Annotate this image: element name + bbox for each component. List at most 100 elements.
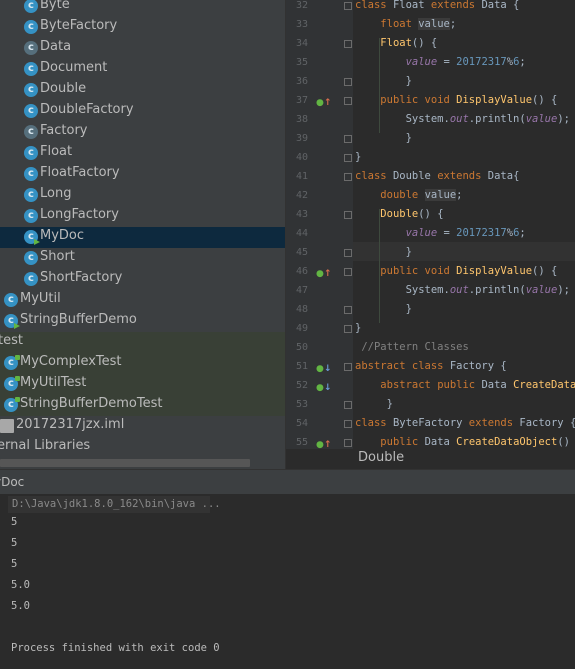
iml-file-icon bbox=[0, 419, 14, 433]
code-line[interactable]: Double() { bbox=[355, 205, 443, 224]
code-token: value bbox=[405, 227, 438, 239]
class-icon: c bbox=[24, 209, 38, 223]
code-token: out bbox=[449, 113, 469, 125]
fold-marker-icon[interactable] bbox=[344, 211, 352, 219]
console-command-line[interactable]: D:\Java\jdk1.8.0_162\bin\java ... bbox=[8, 496, 221, 513]
code-token: extends bbox=[430, 0, 482, 11]
tree-item[interactable]: c MyUtilTest bbox=[0, 374, 285, 395]
breadcrumb[interactable]: Double bbox=[286, 449, 575, 469]
code-line[interactable]: System.out.println(value); bbox=[355, 281, 570, 300]
abstract-class-icon: c bbox=[24, 41, 38, 55]
tree-item[interactable]: c FloatFactory bbox=[0, 164, 285, 185]
fold-marker-icon[interactable] bbox=[344, 363, 352, 371]
line-number: 36 bbox=[295, 76, 308, 87]
code-line[interactable]: Float() { bbox=[355, 34, 437, 53]
code-line[interactable]: class Float extends Data { bbox=[355, 0, 519, 15]
project-tree[interactable]: c Byte c ByteFactory c Data c Document c Double c D… bbox=[0, 0, 285, 469]
fold-marker-icon[interactable] bbox=[344, 401, 352, 409]
tree-item[interactable]: c MyDoc bbox=[0, 227, 285, 248]
test-class-icon: c bbox=[4, 376, 20, 391]
code-line[interactable]: abstract public Data CreateDataObj bbox=[355, 376, 575, 395]
tree-item[interactable]: c ShortFactory bbox=[0, 269, 285, 290]
code-token: ; bbox=[519, 56, 526, 68]
code-line[interactable]: } bbox=[355, 243, 412, 262]
code-editor[interactable]: class Float extends Data { float value; … bbox=[353, 0, 575, 449]
tree-item[interactable]: c Factory bbox=[0, 122, 285, 143]
console-output-line: 5.0 bbox=[11, 600, 30, 612]
editor-gutter: 32 33 34 35 36 37 38 39 40 41 42 43 44 45 46 47 48 49 50 51… bbox=[286, 0, 353, 469]
code-line[interactable]: } bbox=[355, 129, 412, 148]
code-line[interactable]: class ByteFactory extends Factory { bbox=[355, 414, 575, 433]
code-line[interactable]: class Double extends Data{ bbox=[355, 167, 519, 186]
code-token: Data bbox=[424, 436, 457, 448]
fold-marker-icon[interactable] bbox=[344, 325, 352, 333]
tree-item[interactable]: test bbox=[0, 332, 285, 353]
code-line[interactable]: System.out.println(value); bbox=[355, 110, 570, 129]
tree-item[interactable]: c Long bbox=[0, 185, 285, 206]
fold-marker-icon[interactable] bbox=[344, 306, 352, 314]
tree-item[interactable]: c Float bbox=[0, 143, 285, 164]
tree-item[interactable]: c Short bbox=[0, 248, 285, 269]
fold-marker-icon[interactable] bbox=[344, 97, 352, 105]
fold-marker-icon[interactable] bbox=[344, 154, 352, 162]
run-tab[interactable]: yDoc bbox=[0, 469, 575, 494]
fold-marker-icon[interactable] bbox=[344, 2, 352, 10]
console-output[interactable]: D:\Java\jdk1.8.0_162\bin\java ... 5 5 5 5.0… bbox=[0, 494, 575, 669]
code-line[interactable]: value = 20172317%6; bbox=[355, 53, 526, 72]
tree-item[interactable]: c Data bbox=[0, 38, 285, 59]
code-line[interactable]: public void DisplayValue() { bbox=[355, 262, 557, 281]
tree-item[interactable]: c ByteFactory bbox=[0, 17, 285, 38]
fold-marker-icon[interactable] bbox=[344, 439, 352, 447]
code-token: } bbox=[355, 151, 362, 163]
tree-item[interactable]: c DoubleFactory bbox=[0, 101, 285, 122]
fold-marker-icon[interactable] bbox=[344, 78, 352, 86]
code-line[interactable]: } bbox=[355, 319, 361, 338]
tree-item[interactable]: c Document bbox=[0, 59, 285, 80]
fold-marker-icon[interactable] bbox=[344, 268, 352, 276]
code-line[interactable]: double value; bbox=[355, 186, 463, 205]
code-token: Double bbox=[392, 170, 438, 182]
tree-item[interactable]: ernal Libraries bbox=[0, 437, 285, 458]
tree-item[interactable]: c LongFactory bbox=[0, 206, 285, 227]
code-token: value bbox=[424, 189, 457, 201]
code-line[interactable]: value = 20172317%6; bbox=[355, 224, 526, 243]
tree-item-label: Data bbox=[40, 39, 72, 54]
code-line[interactable]: abstract class Factory { bbox=[355, 357, 507, 376]
tree-item[interactable]: c Byte bbox=[0, 0, 285, 17]
code-line[interactable]: } bbox=[355, 72, 412, 91]
tree-item[interactable]: c StringBufferDemoTest bbox=[0, 395, 285, 416]
code-line[interactable]: float value; bbox=[355, 15, 456, 34]
line-number: 40 bbox=[295, 152, 308, 163]
tree-item-label: Document bbox=[40, 60, 108, 75]
code-line[interactable]: public Data CreateDataObject() { bbox=[355, 433, 575, 449]
tree-horizontal-scrollbar[interactable] bbox=[0, 459, 250, 467]
code-line[interactable]: } bbox=[355, 148, 361, 167]
fold-marker-icon[interactable] bbox=[344, 249, 352, 257]
implemented-method-icon[interactable]: ●↓ bbox=[316, 382, 331, 394]
tree-item[interactable]: c Double bbox=[0, 80, 285, 101]
code-line[interactable]: } bbox=[355, 395, 393, 414]
override-method-icon[interactable]: ●↑ bbox=[316, 97, 331, 109]
override-method-icon[interactable]: ●↑ bbox=[316, 268, 331, 280]
fold-marker-icon[interactable] bbox=[344, 40, 352, 48]
code-line[interactable]: } bbox=[355, 300, 412, 319]
tree-item[interactable]: c MyComplexTest bbox=[0, 353, 285, 374]
tree-item[interactable]: c StringBufferDemo bbox=[0, 311, 285, 332]
breadcrumb-item[interactable]: Double bbox=[358, 450, 404, 465]
code-token: ; bbox=[519, 227, 526, 239]
implemented-class-icon[interactable]: ●↓ bbox=[316, 363, 331, 375]
code-token: value bbox=[525, 284, 558, 296]
line-number: 35 bbox=[295, 57, 308, 68]
tree-item[interactable]: 20172317jzx.iml bbox=[0, 416, 285, 437]
fold-marker-icon[interactable] bbox=[344, 173, 352, 181]
fold-marker-icon[interactable] bbox=[344, 135, 352, 143]
line-number: 33 bbox=[295, 19, 308, 30]
tree-item[interactable]: c MyUtil bbox=[0, 290, 285, 311]
fold-marker-icon[interactable] bbox=[344, 420, 352, 428]
code-line[interactable]: public void DisplayValue() { bbox=[355, 91, 557, 110]
code-line[interactable]: //Pattern Classes bbox=[355, 338, 468, 357]
run-tab-label[interactable]: yDoc bbox=[0, 475, 24, 489]
